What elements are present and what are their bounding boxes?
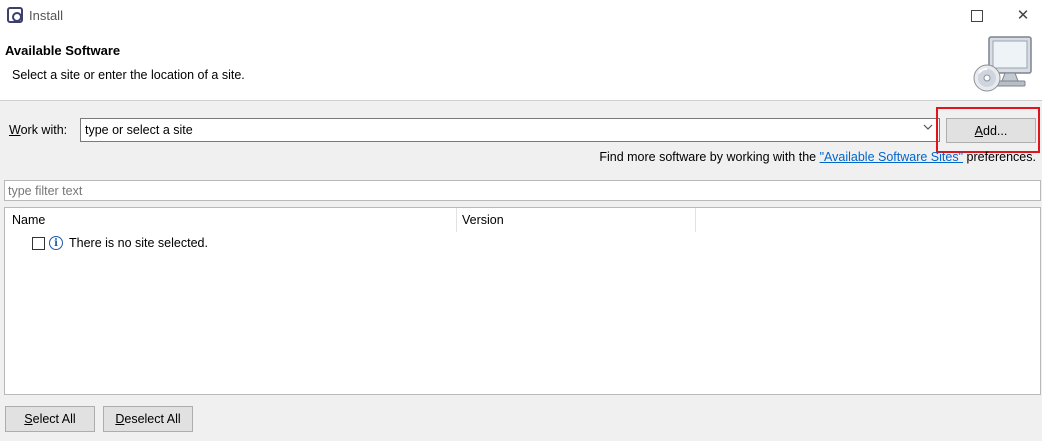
row-checkbox[interactable] <box>32 237 45 250</box>
info-icon: i <box>49 236 63 250</box>
close-icon: ✕ <box>1016 7 1030 24</box>
page-description: Select a site or enter the location of a… <box>12 68 245 82</box>
window-title: Install <box>29 8 63 23</box>
column-separator[interactable] <box>695 208 696 232</box>
chevron-down-icon[interactable] <box>923 123 933 134</box>
highlight-box <box>936 107 1040 153</box>
title-bar: Install ✕ <box>0 0 1042 31</box>
select-all-button[interactable]: Select All <box>5 406 95 432</box>
page-title: Available Software <box>5 43 121 58</box>
maximize-button[interactable] <box>954 0 1000 31</box>
more-software-prefix: Find more software by working with the <box>599 150 820 164</box>
filter-input[interactable]: type filter text <box>4 180 1041 201</box>
select-all-label: elect All <box>32 412 76 426</box>
more-software-suffix: preferences. <box>963 150 1037 164</box>
available-software-sites-link[interactable]: "Available Software Sites" <box>820 150 963 164</box>
column-separator[interactable] <box>456 208 457 232</box>
column-header-name[interactable]: Name <box>12 213 45 227</box>
deselect-all-button[interactable]: Deselect All <box>103 406 193 432</box>
software-table[interactable]: Name Version i There is no site selected… <box>4 207 1041 395</box>
filter-placeholder: type filter text <box>8 184 83 198</box>
column-header-version[interactable]: Version <box>462 213 504 227</box>
close-button[interactable]: ✕ <box>1000 0 1042 31</box>
empty-message: There is no site selected. <box>69 236 208 250</box>
work-with-combo[interactable]: type or select a site <box>80 118 940 142</box>
work-with-label-text: ork with: <box>20 123 68 137</box>
work-with-accesskey: W <box>9 123 21 137</box>
eclipse-app-icon <box>7 7 23 23</box>
wizard-header: Available Software Select a site or ente… <box>0 31 1042 101</box>
more-software-line: Find more software by working with the "… <box>599 150 1036 164</box>
work-with-combo-value: type or select a site <box>85 123 193 137</box>
work-with-label: Work with: <box>9 123 67 137</box>
select-all-accesskey: S <box>24 412 33 426</box>
deselect-all-label: eselect All <box>124 412 181 426</box>
monitor-cd-icon <box>973 36 1032 92</box>
maximize-icon <box>971 9 983 22</box>
